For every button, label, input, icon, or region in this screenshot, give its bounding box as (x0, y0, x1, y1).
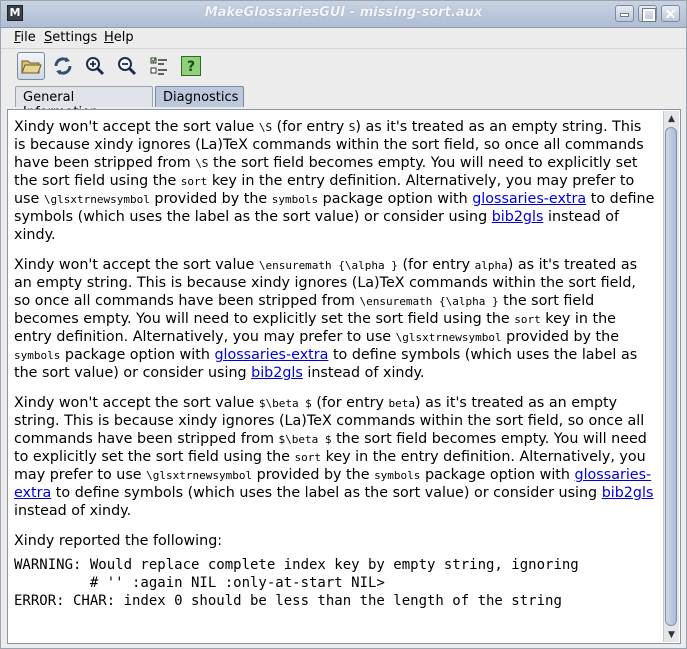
tab-bar: General Information Diagnostics (1, 84, 686, 120)
menu-file[interactable]: File (14, 30, 36, 45)
scrollbar-thumb[interactable] (665, 127, 677, 626)
zoom-out-icon (118, 57, 137, 76)
reload-icon (54, 57, 72, 75)
properties-icon (150, 57, 167, 75)
zoom-out-button[interactable] (113, 52, 141, 80)
help-icon: ? (181, 56, 201, 76)
title-bar[interactable]: M MakeGlossariesGUI - missing-sort.aux (1, 1, 686, 28)
diagnostics-text: Xindy won't accept the sort value \S (fo… (14, 118, 655, 610)
help-button[interactable]: ? (177, 52, 205, 80)
diagnostic-message-sort-beta: Xindy won't accept the sort value $\beta… (14, 395, 654, 519)
xindy-heading: Xindy reported the following: (14, 533, 223, 549)
scroll-up-icon[interactable]: ▲ (664, 111, 679, 126)
bib2gls-link[interactable]: bib2gls (492, 209, 544, 225)
help-glyph: ? (187, 59, 195, 75)
glossaries-extra-link[interactable]: glossaries-extra (214, 347, 328, 363)
diagnostics-panel[interactable]: Xindy won't accept the sort value \S (fo… (7, 109, 681, 644)
reload-button[interactable] (49, 52, 77, 80)
bib2gls-link[interactable]: bib2gls (251, 365, 303, 381)
window-title: MakeGlossariesGUI - missing-sort.aux (204, 5, 483, 20)
scroll-down-icon[interactable]: ▼ (664, 627, 679, 642)
vertical-scrollbar[interactable]: ▲ ▼ (663, 111, 679, 642)
diagnostic-message-sort-S: Xindy won't accept the sort value \S (fo… (14, 119, 655, 243)
maximize-button[interactable] (638, 5, 657, 22)
open-folder-icon (21, 60, 42, 74)
close-button[interactable] (661, 5, 680, 22)
xindy-output: WARNING: Would replace complete index ke… (14, 557, 579, 609)
zoom-in-icon (86, 57, 105, 76)
app-window: M MakeGlossariesGUI - missing-sort.aux F… (0, 0, 687, 649)
menu-bar: File Settings Help (1, 28, 686, 47)
toolbar: ? (1, 48, 686, 85)
tab-diagnostics-label: Diagnostics (163, 90, 239, 105)
properties-button[interactable] (145, 52, 173, 80)
tab-general-information[interactable]: General Information (15, 86, 153, 120)
bib2gls-link[interactable]: bib2gls (602, 485, 654, 501)
zoom-in-button[interactable] (81, 52, 109, 80)
menu-help[interactable]: Help (104, 30, 134, 45)
glossaries-extra-link[interactable]: glossaries-extra (472, 191, 586, 207)
open-button[interactable] (17, 52, 45, 80)
diagnostic-message-sort-alpha: Xindy won't accept the sort value \ensur… (14, 257, 638, 381)
tab-diagnostics[interactable]: Diagnostics (155, 86, 244, 107)
menu-settings[interactable]: Settings (44, 30, 97, 45)
minimize-button[interactable] (615, 5, 634, 22)
